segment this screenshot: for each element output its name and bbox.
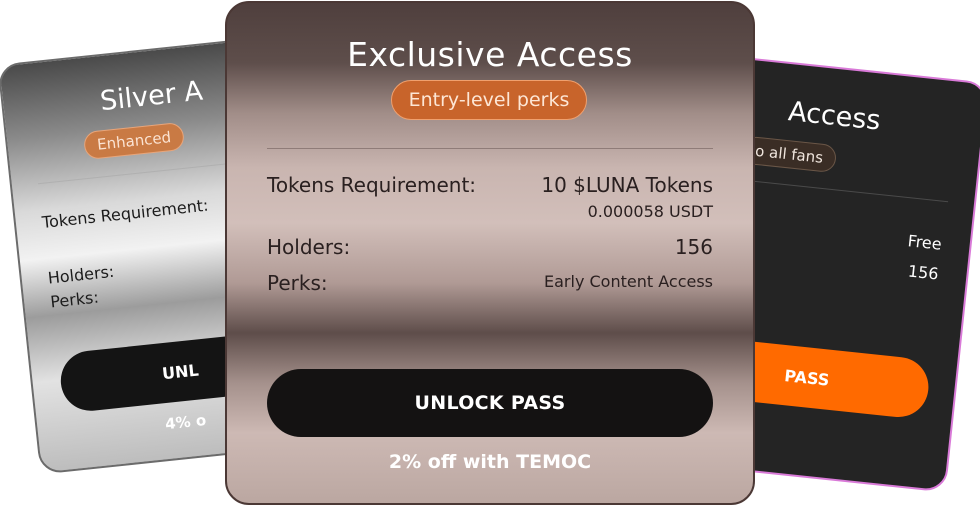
tokens-requirement-value: 10 $LUNA Tokens [541,173,713,197]
tier-badge: o all fans [740,135,838,174]
tokens-requirement-label: Tokens Requirement: [267,173,477,197]
tier-badge: Entry-level perks [391,80,587,120]
holders-label: Holders: [46,261,116,288]
card-title: Exclusive Access [347,35,633,74]
divider [267,148,713,149]
tokens-requirement-label: Tokens Requirement: [41,195,210,232]
unlock-pass-button[interactable]: UNLOCK PASS [267,369,713,437]
exclusive-access-card: Exclusive Access Entry-level perks Token… [225,1,755,505]
discount-text: 2% off with TEMOC [388,451,592,473]
perks-label: Perks: [267,271,328,295]
holders-value: 156 [907,261,940,284]
tokens-requirement-value: Free [906,231,943,254]
tokens-usdt-value: 0.000058 USDT [587,202,713,221]
perks-value: Early Content Access [544,272,713,291]
holders-value: 156 [674,235,713,259]
holders-label: Holders: [267,235,351,259]
perks-label: Perks: [49,287,100,312]
tier-badge: Enhanced [82,121,186,161]
